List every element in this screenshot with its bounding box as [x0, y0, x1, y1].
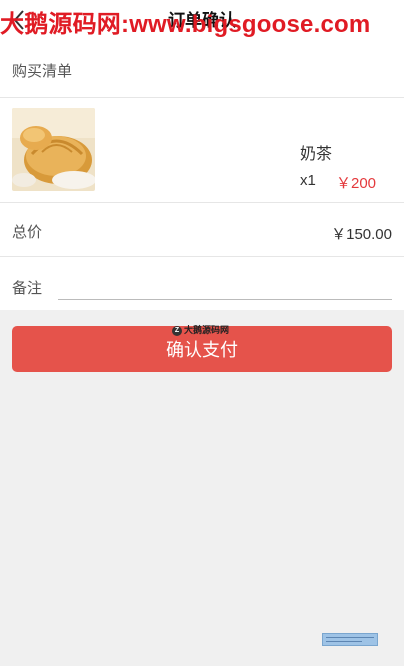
purchase-list-title: 购买清单	[12, 63, 73, 80]
divider	[0, 202, 404, 203]
product-image	[12, 108, 95, 191]
remark-input[interactable]	[58, 272, 392, 300]
total-label: 总价	[12, 224, 43, 241]
header-bar: 订单确认 大鹅源码网:www.bigsgoose.com	[0, 0, 404, 44]
watermark-text: 大鹅源码网:www.bigsgoose.com	[0, 11, 371, 38]
divider	[0, 97, 404, 98]
logo-icon: Z	[172, 325, 182, 336]
small-watermark: Z 大鹅源码网	[172, 323, 229, 336]
total-value: ￥150.00	[331, 226, 392, 243]
product-price: ￥200	[336, 175, 377, 192]
remark-label: 备注	[12, 280, 43, 297]
product-name: 奶茶	[300, 146, 333, 163]
product-quantity: x1	[300, 172, 316, 189]
order-section: 购买清单 奶茶 x1 ￥200 总价 ￥150.00 备注	[0, 44, 404, 310]
divider	[0, 256, 404, 257]
watermark-stamp	[322, 633, 378, 646]
